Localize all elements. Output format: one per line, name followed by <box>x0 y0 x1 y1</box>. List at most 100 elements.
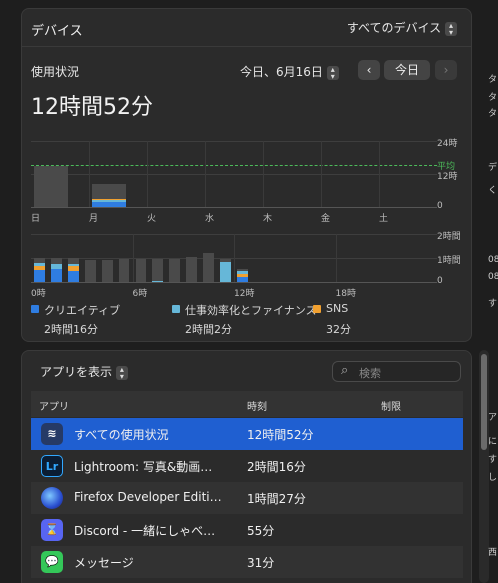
hourly-bar-11[interactable] <box>220 261 231 282</box>
table-row[interactable]: 💬 メッセージ 31分 <box>31 546 463 578</box>
hourly-vgrid <box>335 234 337 282</box>
adjacent-window-text: タ <box>488 75 498 85</box>
hourly-bar-4[interactable] <box>101 260 113 282</box>
legend-creative-value: 2時間16分 <box>44 323 98 336</box>
weekly-bar-月[interactable] <box>92 183 126 207</box>
scrollbar-thumb[interactable] <box>481 354 487 450</box>
adjacent-window-text: デ <box>488 163 498 173</box>
column-time[interactable]: 時刻 <box>247 398 267 413</box>
adjacent-window-text: す <box>488 455 498 465</box>
hourly-bar-9[interactable] <box>186 256 198 282</box>
hourly-bar-0[interactable] <box>34 270 45 282</box>
weekly-chart: 24時 平均 12時 0 日月火水木金土 <box>31 134 471 224</box>
show-apps-select[interactable]: アプリを表示 ▴ ▾ <box>40 363 128 380</box>
table-row[interactable]: ≋ すべての使用状況 12時間52分 <box>31 418 463 450</box>
hourly-bar-12[interactable] <box>237 277 248 282</box>
table-row[interactable]: Firefox Developer Editi… 1時間27分 <box>31 482 463 514</box>
device-label: デバイス <box>31 24 83 39</box>
hourly-bar-12[interactable] <box>237 271 248 274</box>
y-label: 24時 <box>437 139 458 149</box>
hourly-bar-0[interactable] <box>34 266 45 270</box>
weekly-bar-segment <box>92 201 126 207</box>
grid-24 <box>31 141 437 142</box>
date-select[interactable]: 今日、6月16日 ▴ ▾ <box>240 63 339 80</box>
grid-0 <box>31 207 437 208</box>
hourly-bar-11[interactable] <box>220 259 231 262</box>
hourly-bar-5[interactable] <box>118 259 130 282</box>
column-limit[interactable]: 制限 <box>381 398 401 413</box>
weekly-vgrid <box>147 141 148 207</box>
app-time: 12時間52分 <box>247 428 314 442</box>
hourly-bar-1[interactable] <box>50 268 62 282</box>
adjacent-window-text: に <box>488 437 498 447</box>
today-button[interactable]: 今日 <box>384 60 430 80</box>
app-time: 2時間16分 <box>247 460 306 474</box>
hourly-bar-0[interactable] <box>34 262 45 267</box>
hourly-bar-0[interactable] <box>34 258 45 263</box>
device-select-value: すべてのデバイス <box>346 21 442 35</box>
app-name: Discord - 一緒にしゃべ… <box>74 524 216 538</box>
y-label: 1時間 <box>437 256 461 266</box>
hourly-bar-2[interactable] <box>67 271 79 282</box>
hourly-bar-12[interactable] <box>237 268 248 272</box>
hourly-x-label: 18時 <box>335 289 356 299</box>
weekly-day-label: 火 <box>147 214 157 224</box>
hourly-bar-7[interactable] <box>152 259 164 281</box>
weekly-bar-日[interactable] <box>34 165 68 207</box>
app-name: メッセージ <box>74 556 134 570</box>
date-value: 今日、6月16日 <box>240 65 323 79</box>
weekly-vgrid <box>321 141 322 207</box>
chevron-right-icon: › <box>443 63 449 77</box>
hourly-bar-1[interactable] <box>50 264 62 269</box>
adjacent-window-text: す <box>488 299 498 309</box>
hourglass-icon: ⌛ <box>41 519 63 541</box>
adjacent-window-text: ア <box>488 413 498 423</box>
hourly-bar-2[interactable] <box>67 266 79 272</box>
weekly-day-label: 水 <box>205 214 215 224</box>
app-name: Lightroom: 写真&動画… <box>74 460 213 474</box>
up-down-icon: ▴ ▾ <box>115 365 128 380</box>
hourly-bar-10[interactable] <box>203 253 215 282</box>
hourly-bar-2[interactable] <box>67 258 79 264</box>
table-row[interactable]: ⌛ Discord - 一緒にしゃべ… 55分 <box>31 514 463 546</box>
legend-sns-label: SNS <box>326 302 349 315</box>
previous-day-button[interactable]: ‹ <box>358 60 380 80</box>
weekly-day-label: 木 <box>263 214 273 224</box>
column-app[interactable]: アプリ <box>39 398 69 413</box>
next-day-button[interactable]: › <box>435 60 457 80</box>
hourly-x-label: 12時 <box>234 289 255 299</box>
messages-icon: 💬 <box>41 551 63 573</box>
legend-productivity-value: 2時間2分 <box>185 323 232 336</box>
device-select[interactable]: すべてのデバイス ▴ ▾ <box>347 19 457 36</box>
legend-sns-value: 32分 <box>326 323 351 336</box>
hourly-bar-2[interactable] <box>67 264 79 267</box>
hourly-bar-8[interactable] <box>169 259 181 282</box>
average-line <box>31 165 437 166</box>
adjacent-window-text: 08 <box>488 272 498 282</box>
search-field[interactable]: ⌕ 検索 <box>332 361 461 382</box>
hourly-bar-12[interactable] <box>237 273 248 278</box>
hourly-bar-6[interactable] <box>135 259 147 282</box>
legend-sns-swatch <box>313 305 321 313</box>
legend-creative-label: クリエイティブ <box>44 304 121 317</box>
y-label: 12時 <box>437 172 458 182</box>
hourly-bar-1[interactable] <box>50 258 62 264</box>
up-down-icon: ▴ ▾ <box>326 65 339 80</box>
lightroom-icon: Lr <box>41 455 63 477</box>
table-row[interactable]: Lr Lightroom: 写真&動画… 2時間16分 <box>31 450 463 482</box>
hourly-bar-7[interactable] <box>152 280 164 282</box>
weekly-bar-segment <box>92 199 126 202</box>
legend-productivity-swatch <box>172 305 180 313</box>
grid-12 <box>31 174 437 175</box>
weekly-day-label: 月 <box>89 214 99 224</box>
search-icon: ⌕ <box>341 363 349 378</box>
grid-0h <box>31 282 437 283</box>
usage-title: 使用状況 <box>31 65 80 79</box>
app-time: 31分 <box>247 556 275 570</box>
adjacent-window-text: タ <box>488 93 498 103</box>
app-name: Firefox Developer Editi… <box>74 490 222 504</box>
up-down-icon: ▴ ▾ <box>445 21 457 36</box>
hourly-chart: 2時間 1時間 0 0時 6時 12時 18時 <box>31 227 471 299</box>
hourly-bar-3[interactable] <box>84 260 96 282</box>
adjacent-window-text: 西 <box>488 548 498 558</box>
